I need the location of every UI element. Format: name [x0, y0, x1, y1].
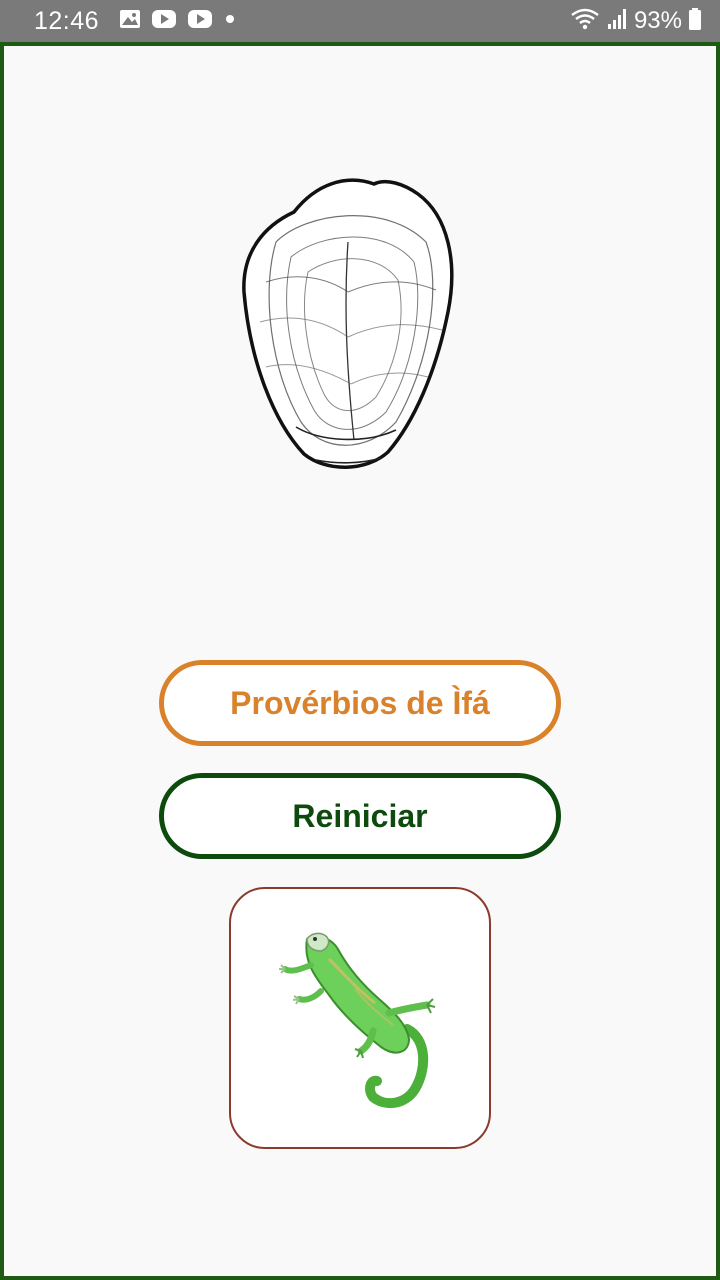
lizard-card[interactable]: [229, 887, 491, 1149]
obi-seed-image: [236, 172, 462, 474]
battery-icon: [688, 7, 702, 36]
proverbs-button[interactable]: Provérbios de Ìfá: [159, 660, 561, 746]
wifi-icon: [570, 7, 600, 36]
status-right: 93%: [570, 7, 702, 36]
youtube-icon: [187, 9, 213, 34]
signal-icon: [606, 7, 628, 36]
youtube-icon: [151, 9, 177, 34]
battery-percent: 93%: [633, 7, 682, 34]
restart-button[interactable]: Reiniciar: [159, 773, 561, 859]
status-bar: 12:46 93%: [0, 0, 720, 42]
status-time: 12:46: [34, 6, 100, 35]
image-icon: [119, 9, 141, 34]
dot-icon: [223, 12, 237, 31]
status-left: 12:46: [34, 7, 570, 36]
lizard-image: [277, 929, 447, 1109]
